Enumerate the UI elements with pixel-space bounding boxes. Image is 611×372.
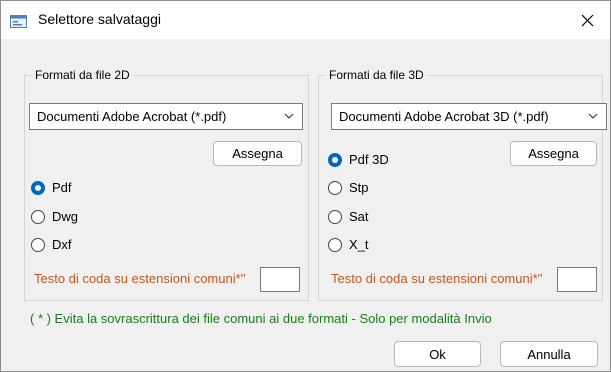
radio-unselected-indicator	[328, 209, 342, 224]
radio-label: Dxf	[52, 237, 72, 252]
radio-2d-dwg[interactable]: Dwg	[31, 209, 78, 224]
window-title: Selettore salvataggi	[38, 11, 161, 27]
ok-button[interactable]: Ok	[394, 341, 481, 367]
combo-2d-value: Documenti Adobe Acrobat (*.pdf)	[37, 109, 227, 124]
radio-3d-pdf3d[interactable]: Pdf 3D	[328, 152, 389, 167]
radio-label: Stp	[349, 180, 369, 195]
radio-selected-indicator	[31, 180, 45, 195]
combo-3d-value: Documenti Adobe Acrobat 3D (*.pdf)	[339, 109, 549, 124]
radio-unselected-indicator	[328, 237, 342, 252]
chevron-down-icon	[588, 113, 598, 119]
group-3d-label: Formati da file 3D	[326, 67, 427, 83]
chevron-down-icon	[284, 113, 294, 119]
assign-2d-button[interactable]: Assegna	[213, 141, 302, 166]
close-button[interactable]	[564, 1, 610, 39]
radio-label: Dwg	[52, 209, 79, 224]
combo-2d-format[interactable]: Documenti Adobe Acrobat (*.pdf)	[29, 103, 303, 130]
cancel-button[interactable]: Annulla	[500, 341, 598, 367]
dialog-window: Selettore salvataggi Formati da file 2D …	[0, 0, 611, 372]
radio-3d-xt[interactable]: X_t	[328, 237, 369, 252]
radio-2d-pdf[interactable]: Pdf	[31, 180, 72, 195]
suffix-3d-input[interactable]	[557, 267, 597, 292]
radio-3d-sat[interactable]: Sat	[328, 209, 369, 224]
overwrite-note: ( * ) Evita la sovrascrittura dei file c…	[30, 311, 492, 326]
radio-label: Sat	[349, 209, 369, 224]
close-icon	[581, 14, 593, 26]
radio-unselected-indicator	[31, 209, 45, 224]
radio-3d-stp[interactable]: Stp	[328, 180, 369, 195]
suffix-2d-input[interactable]	[260, 267, 300, 292]
dialog-app-icon	[10, 15, 27, 28]
group-2d-label: Formati da file 2D	[32, 67, 133, 83]
title-bar[interactable]: Selettore salvataggi	[1, 1, 610, 39]
radio-label: Pdf	[52, 180, 72, 195]
radio-unselected-indicator	[328, 180, 342, 195]
suffix-2d-label: Testo di coda su estensioni comuni*''	[34, 271, 246, 286]
radio-2d-dxf[interactable]: Dxf	[31, 237, 72, 252]
combo-3d-format[interactable]: Documenti Adobe Acrobat 3D (*.pdf)	[331, 103, 607, 130]
radio-selected-indicator	[328, 152, 342, 167]
radio-label: Pdf 3D	[349, 152, 389, 167]
assign-3d-button[interactable]: Assegna	[510, 141, 597, 166]
radio-label: X_t	[349, 237, 369, 252]
suffix-3d-label: Testo di coda su estensioni comuni*''	[331, 271, 543, 286]
radio-unselected-indicator	[31, 237, 45, 252]
